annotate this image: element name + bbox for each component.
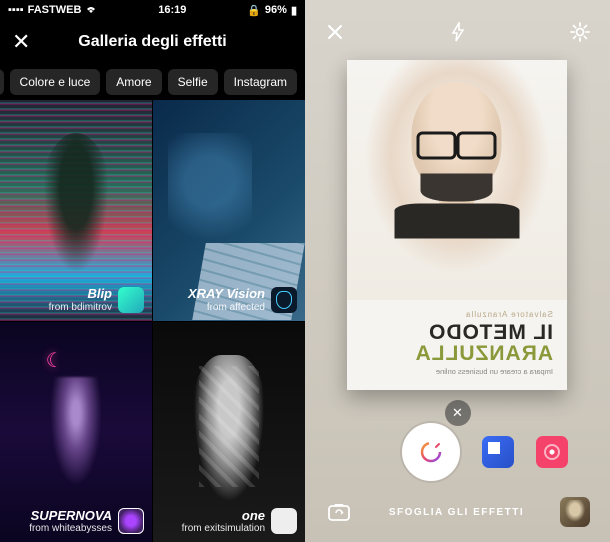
category-chips: Instagram Selfie Amore Colore e luce S: [0, 64, 305, 100]
chip-instagram[interactable]: Instagram: [224, 69, 297, 95]
carrier-label: FASTWEB: [28, 4, 82, 16]
effect-item-supernova[interactable]: SUPERNOVA from whiteabysses: [0, 322, 152, 542]
book-cover-photo: [347, 60, 567, 300]
effects-gallery-screen: 🔒 96% ▮ 16:19 ▪▪▪▪ FASTWEB ✕ Galleria de…: [0, 0, 305, 542]
switch-camera-icon[interactable]: [325, 498, 353, 526]
chip-amore[interactable]: Amore: [106, 69, 161, 95]
settings-gear-icon[interactable]: [566, 18, 594, 46]
xray-effect-icon: [271, 287, 297, 313]
wifi-icon: [85, 4, 97, 17]
close-button[interactable]: ✕: [12, 29, 30, 55]
gallery-thumb-button[interactable]: [560, 497, 590, 527]
chip-selfie[interactable]: Selfie: [168, 69, 218, 95]
effect-author: from whiteabysses: [29, 523, 112, 534]
chip-more[interactable]: S: [0, 69, 4, 95]
effect-item-xray[interactable]: XRAY Vision from affected: [153, 100, 305, 321]
effect-author: from affected: [188, 302, 265, 313]
effect-tile-superzoom[interactable]: [482, 436, 514, 468]
effect-author: from bdimitrov: [49, 302, 112, 313]
browse-effects-button[interactable]: SFOGLIA GLI EFFETTI: [389, 507, 524, 518]
chip-colore-luce[interactable]: Colore e luce: [10, 69, 101, 95]
status-bar: 🔒 96% ▮ 16:19 ▪▪▪▪ FASTWEB: [0, 0, 305, 20]
camera-header: [305, 10, 610, 54]
camera-subject-book: Salvatore Aranzulla IL METODO ARANZULLA …: [347, 60, 567, 390]
flash-icon[interactable]: [444, 18, 472, 46]
book-title-line1: IL METODO: [361, 322, 553, 343]
camera-close-button[interactable]: [321, 18, 349, 46]
dismiss-effect-button[interactable]: ✕: [445, 400, 471, 426]
effect-name: SUPERNOVA: [29, 509, 112, 523]
lock-icon: 🔒: [247, 4, 261, 17]
book-title-line2: ARANZULLA: [361, 343, 553, 364]
shutter-button[interactable]: [402, 423, 460, 481]
signal-icon: ▪▪▪▪: [8, 4, 24, 16]
supernova-effect-icon: [118, 508, 144, 534]
effects-grid: Blip from bdimitrov XRAY Vision from aff…: [0, 100, 305, 542]
effect-name: Blip: [49, 287, 112, 301]
gallery-title: Galleria degli effetti: [78, 33, 226, 51]
camera-screen: Salvatore Aranzulla IL METODO ARANZULLA …: [305, 0, 610, 542]
gallery-header: ✕ Galleria degli effetti: [0, 20, 305, 64]
effect-author: from exitsimulation: [182, 523, 265, 534]
battery-icon: ▮: [291, 4, 297, 17]
effect-name: XRAY Vision: [188, 287, 265, 301]
effect-item-blip[interactable]: Blip from bdimitrov: [0, 100, 152, 321]
effect-tile-rewind[interactable]: [536, 436, 568, 468]
one-effect-icon: [271, 508, 297, 534]
book-author: Salvatore Aranzulla: [361, 310, 553, 319]
status-time: 16:19: [158, 4, 186, 16]
effect-item-one[interactable]: one from exitsimulation: [153, 322, 305, 542]
battery-percent: 96%: [265, 4, 287, 16]
active-effect-icon: [419, 440, 443, 464]
camera-bottom-bar: SFOGLIA GLI EFFETTI: [305, 490, 610, 534]
book-subtitle: Impara a creare un business online: [361, 367, 553, 376]
blip-effect-icon: [118, 287, 144, 313]
effect-name: one: [182, 509, 265, 523]
effect-selector-strip: [305, 420, 610, 484]
